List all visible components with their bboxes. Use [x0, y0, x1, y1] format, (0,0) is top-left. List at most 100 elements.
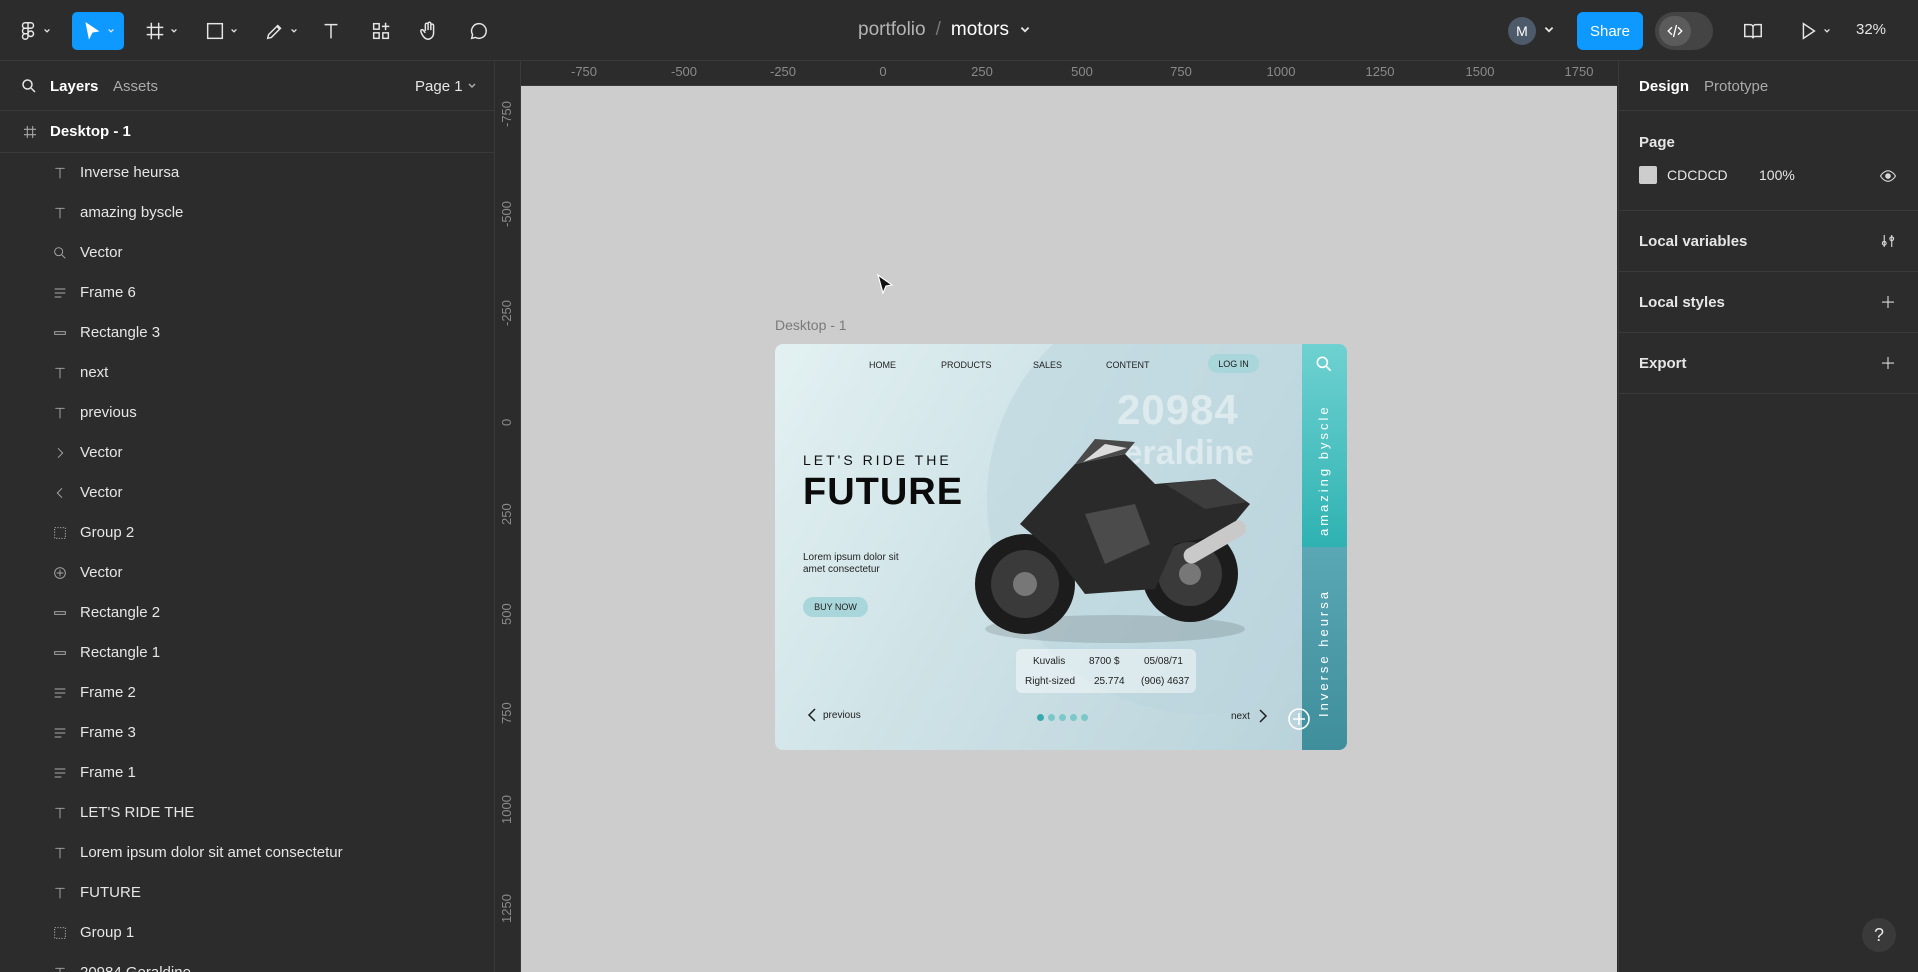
layer-row[interactable]: Vector — [0, 553, 494, 593]
pagination-dots[interactable] — [1037, 714, 1088, 721]
headline: FUTURE — [803, 471, 964, 513]
pen-tool-button[interactable] — [258, 12, 304, 50]
layer-row[interactable]: amazing byscle — [0, 193, 494, 233]
file-name[interactable]: motors — [951, 19, 1009, 41]
plus-icon[interactable] — [1879, 354, 1897, 372]
nav-sales[interactable]: SALES — [1033, 360, 1062, 370]
layer-name: Group 1 — [80, 924, 135, 941]
next-label: next — [1231, 710, 1250, 722]
nav-home[interactable]: HOME — [869, 360, 896, 370]
layer-row[interactable]: Rectangle 3 — [0, 313, 494, 353]
nav-products[interactable]: PRODUCTS — [941, 360, 992, 370]
layer-row[interactable]: 20984 Geraldine — [0, 953, 494, 972]
chevron-left-icon — [807, 708, 816, 722]
layer-row[interactable]: Vector — [0, 233, 494, 273]
strip-top: amazing byscle — [1302, 344, 1347, 547]
search-vector-icon — [52, 245, 68, 261]
resources-tool-button[interactable] — [366, 12, 396, 50]
layer-name: Frame 6 — [80, 284, 136, 301]
layer-name: amazing byscle — [80, 204, 184, 221]
page-color-swatch[interactable] — [1639, 166, 1657, 184]
login-button[interactable]: LOG IN — [1208, 354, 1259, 373]
layer-row[interactable]: Group 1 — [0, 913, 494, 953]
buy-now-button[interactable]: BUY NOW — [803, 597, 868, 617]
variables-settings-icon[interactable] — [1879, 232, 1897, 250]
zoom-level[interactable]: 32% — [1856, 21, 1886, 38]
layer-row[interactable]: Rectangle 2 — [0, 593, 494, 633]
ruler-tick-label: 0 — [499, 418, 514, 426]
nav-content[interactable]: CONTENT — [1106, 360, 1150, 370]
text-tool-button[interactable] — [316, 12, 346, 50]
library-button[interactable] — [1738, 12, 1768, 50]
tab-assets[interactable]: Assets — [113, 78, 158, 95]
frame-tool-button[interactable] — [138, 12, 184, 50]
layer-row[interactable]: Rectangle 1 — [0, 633, 494, 673]
layer-row[interactable]: Frame 3 — [0, 713, 494, 753]
comment-tool-button[interactable] — [464, 12, 494, 50]
layer-row[interactable]: Lorem ipsum dolor sit amet consectetur — [0, 833, 494, 873]
play-icon — [1802, 22, 1816, 40]
canvas[interactable]: -750 -500 -250 0 250 500 750 1000 1250 1500 1750 -… — [496, 61, 1617, 972]
pagination-dot[interactable] — [1070, 714, 1077, 721]
share-button[interactable]: Share — [1577, 12, 1643, 50]
file-title[interactable]: portfolio / motors — [858, 19, 1031, 41]
spec-size: Right-sized — [1025, 676, 1076, 687]
page-opacity[interactable]: 100% — [1759, 167, 1795, 183]
chevron-down-icon[interactable] — [1543, 24, 1555, 36]
search-icon[interactable] — [20, 77, 38, 95]
search-icon[interactable] — [1314, 354, 1334, 374]
chevron-down-icon[interactable] — [1019, 24, 1031, 36]
layer-row[interactable]: Frame 2 — [0, 673, 494, 713]
pagination-dot[interactable] — [1037, 714, 1044, 721]
ruler-tick-label: 750 — [1170, 64, 1192, 79]
export-section[interactable]: Export — [1619, 333, 1918, 394]
tab-prototype[interactable]: Prototype — [1704, 78, 1768, 95]
layer-row[interactable]: Vector — [0, 433, 494, 473]
spec-model: Kuvalis — [1033, 656, 1066, 667]
spec-phone: (906) 4637 — [1141, 676, 1190, 687]
main-menu-button[interactable] — [14, 12, 54, 50]
design-frame[interactable]: HOME PRODUCTS SALES CONTENT LOG IN 20984… — [775, 344, 1347, 750]
layer-row[interactable]: Frame 6 — [0, 273, 494, 313]
tab-design[interactable]: Design — [1639, 78, 1689, 95]
previous-link[interactable]: previous — [807, 708, 861, 722]
pagination-dot[interactable] — [1081, 714, 1088, 721]
plus-circle-icon[interactable] — [1287, 707, 1311, 731]
eye-icon[interactable] — [1879, 167, 1897, 185]
pagination-dot[interactable] — [1048, 714, 1055, 721]
page-color-hex[interactable]: CDCDCD — [1667, 167, 1728, 183]
layer-row[interactable]: FUTURE — [0, 873, 494, 913]
toolbar: portfolio / motors M Share 32% — [0, 0, 1918, 61]
present-button[interactable] — [1794, 12, 1834, 50]
rectangle-icon — [52, 605, 68, 621]
export-title: Export — [1639, 355, 1687, 372]
layer-row[interactable]: Group 2 — [0, 513, 494, 553]
layer-row[interactable]: previous — [0, 393, 494, 433]
pagination-dot[interactable] — [1059, 714, 1066, 721]
page-selector[interactable]: Page 1 — [415, 78, 477, 95]
chevron-down-icon — [231, 28, 237, 33]
avatar[interactable]: M — [1508, 17, 1536, 45]
layer-row[interactable]: Vector — [0, 473, 494, 513]
frame-hash-icon — [146, 22, 164, 40]
dev-mode-toggle[interactable] — [1655, 12, 1713, 50]
layer-row[interactable]: next — [0, 353, 494, 393]
frame-label[interactable]: Desktop - 1 — [775, 317, 847, 333]
layer-row[interactable]: Inverse heursa — [0, 153, 494, 193]
layer-frame-desktop[interactable]: Desktop - 1 — [0, 111, 494, 153]
tab-layers[interactable]: Layers — [50, 78, 98, 95]
ruler-tick-label: 1750 — [1564, 64, 1594, 79]
hand-tool-button[interactable] — [414, 12, 444, 50]
text-icon — [52, 845, 68, 861]
move-tool-button[interactable] — [72, 12, 124, 50]
help-button[interactable]: ? — [1862, 918, 1896, 952]
next-link[interactable]: next — [1231, 709, 1268, 723]
local-styles-section[interactable]: Local styles — [1619, 272, 1918, 333]
layer-row[interactable]: LET'S RIDE THE — [0, 793, 494, 833]
local-variables-section[interactable]: Local variables — [1619, 211, 1918, 272]
layer-row[interactable]: Frame 1 — [0, 753, 494, 793]
plus-icon[interactable] — [1879, 293, 1897, 311]
shape-tool-button[interactable] — [198, 12, 244, 50]
ruler-tick-label: 250 — [499, 503, 514, 525]
project-name[interactable]: portfolio — [858, 19, 926, 41]
